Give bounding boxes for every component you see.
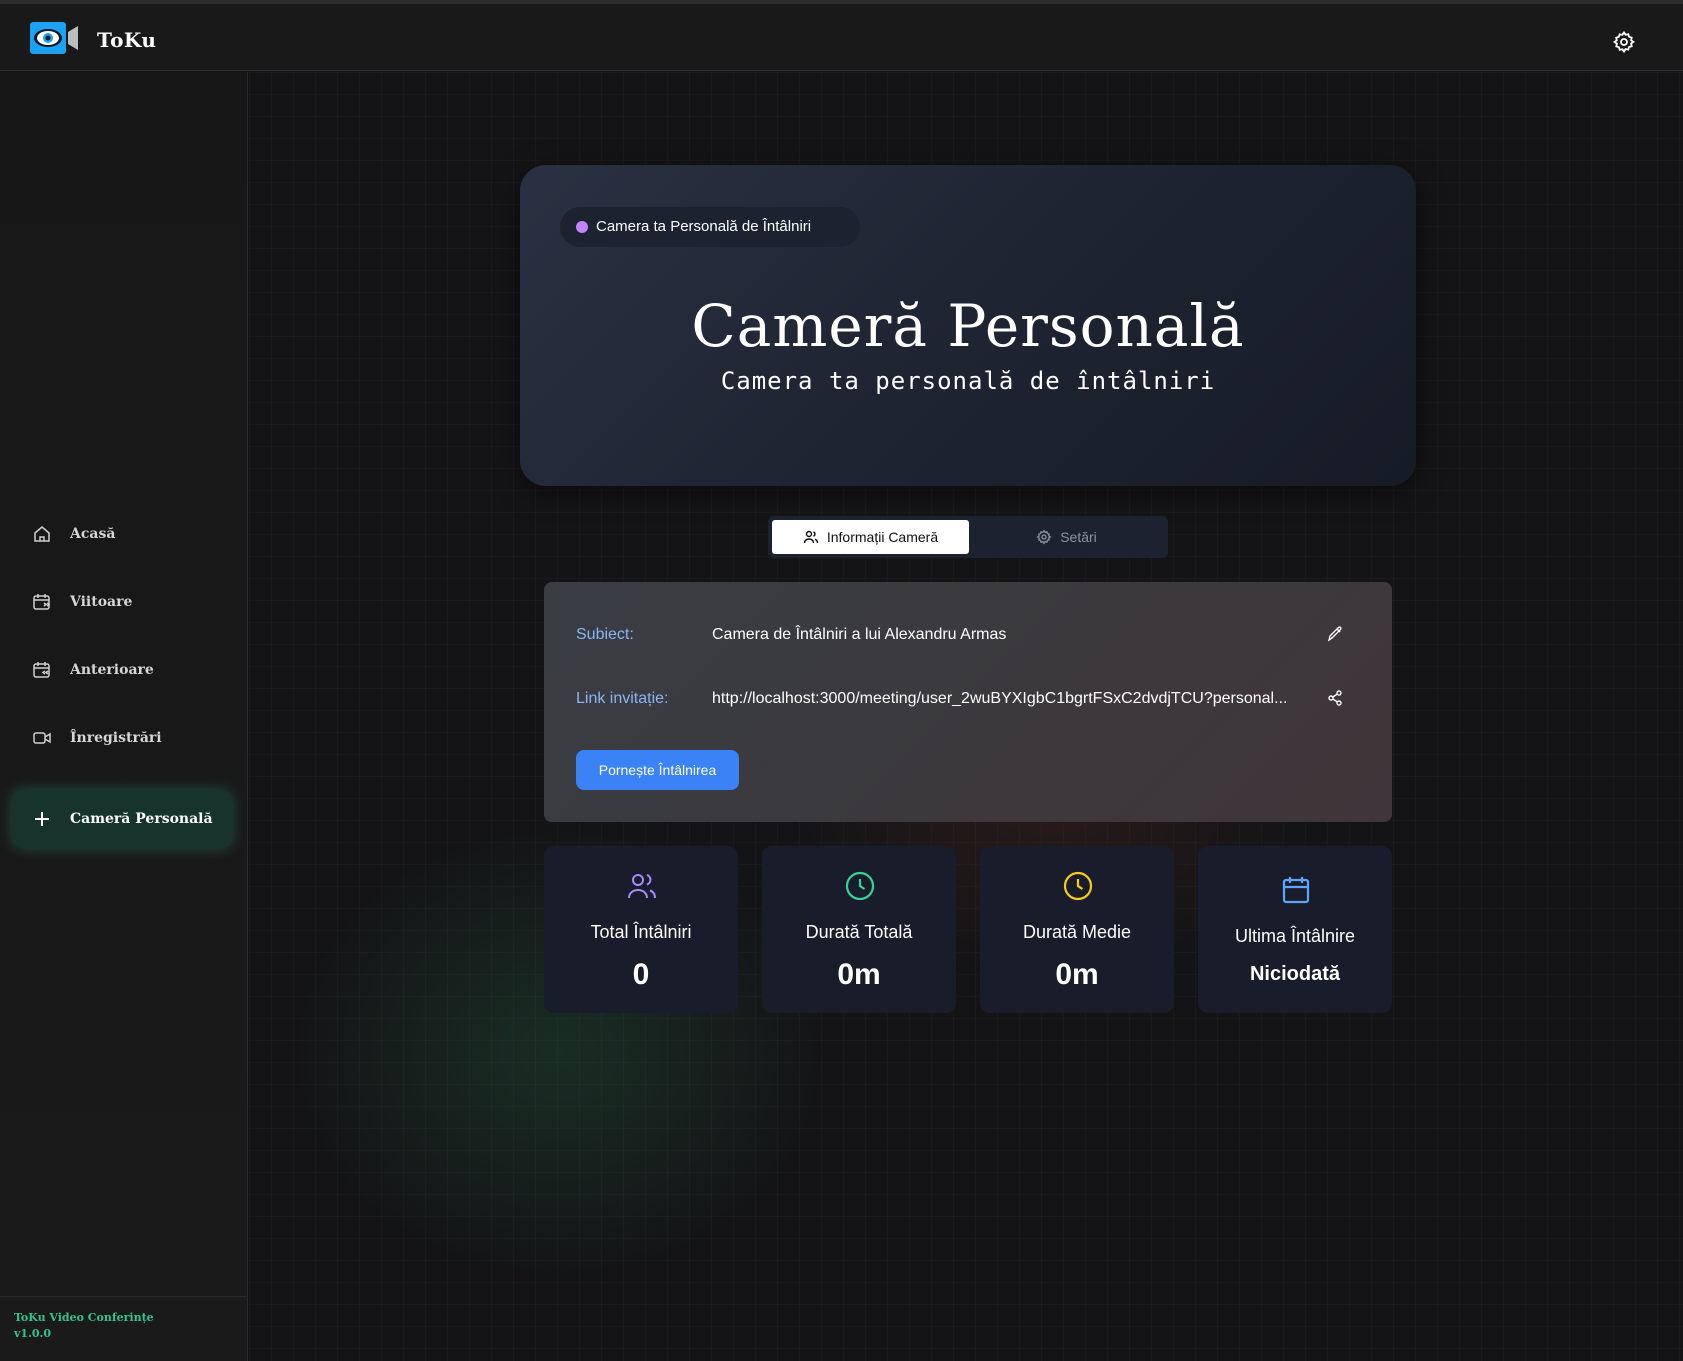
badge-text: Camera ta Personală de Întâlniri [596,218,812,235]
toku-logo-icon [30,22,78,54]
sidebar-item-label: Înregistrări [70,730,162,746]
sidebar-item-previous[interactable]: Anterioare [12,642,232,698]
gear-icon [1036,529,1052,545]
stat-card-last-meeting: Ultima Întâlnire Niciodată [1198,846,1392,1013]
sidebar-item-upcoming[interactable]: Viitoare [12,574,232,630]
tab-settings[interactable]: Setări [969,520,1164,554]
subject-value: Camera de Întâlniri a lui Alexandru Arma… [712,626,1007,643]
stat-value: 0m [837,958,881,991]
stat-card-average-duration: Durată Medie 0m [980,846,1174,1013]
users-icon [628,874,656,899]
subject-label: Subiect: [576,626,634,643]
hero-card: Camera ta Personală de Întâlniri Cameră … [520,165,1416,486]
settings-gear-icon[interactable] [1612,30,1636,54]
sidebar-item-personal-room[interactable]: Cameră Personală [12,790,232,848]
page-subtitle: Camera ta personală de întâlniri [720,367,1216,395]
sidebar-item-label: Viitoare [70,594,133,610]
sidebar: Acasă Viitoare Anterioare Înregistrări C… [0,72,248,1361]
stat-value: 0 [632,958,650,991]
invite-link-value[interactable]: http://localhost:3000/meeting/user_2wuBY… [712,690,1287,708]
status-dot [576,221,588,233]
clock-icon [1063,871,1093,901]
calendar-forward-icon [33,594,51,610]
invite-link-label: Link invitație: [576,690,669,707]
home-icon [34,526,50,542]
stat-label: Total Întâlniri [590,922,692,942]
top-bar: ToKu [0,4,1683,71]
footer-product: ToKu Video Conferințe [14,1311,154,1324]
app-name: ToKu [97,28,157,52]
users-icon [803,530,819,544]
stat-label: Ultima Întâlnire [1234,926,1356,946]
edit-pencil-icon[interactable] [1326,625,1344,643]
clock-icon [845,871,875,901]
footer-version: v1.0.0 [14,1327,52,1340]
sidebar-item-label: Anterioare [70,662,154,678]
stat-label: Durată Totală [805,922,913,942]
share-icon[interactable] [1326,689,1344,707]
stat-value: 0m [1055,958,1099,991]
video-icon [33,732,51,744]
sidebar-item-recordings[interactable]: Înregistrări [12,710,232,766]
hero-badge: Camera ta Personală de Întâlniri [560,207,860,247]
calendar-icon [1282,877,1310,904]
stat-value: Niciodată [1249,963,1341,985]
tab-label: Informații Cameră [826,529,939,545]
calendar-back-icon [33,662,50,678]
sidebar-footer: ToKu Video Conferințe v1.0.0 [0,1296,248,1361]
stat-card-total-duration: Durată Totală 0m [762,846,956,1013]
stat-label: Durată Medie [1022,922,1132,942]
plus-icon [35,812,49,826]
stat-card-total-meetings: Total Întâlniri 0 [544,846,738,1013]
tab-bar: Informații Cameră Setări [768,516,1168,558]
tab-room-info[interactable]: Informații Cameră [772,520,969,554]
room-info-card: Subiect: Camera de Întâlniri a lui Alexa… [544,582,1392,822]
sidebar-item-label: Acasă [70,526,116,542]
sidebar-item-label: Cameră Personală [70,811,213,827]
sidebar-item-home[interactable]: Acasă [12,506,232,562]
start-meeting-button[interactable]: Pornește Întâlnirea [576,750,739,790]
tab-label: Setări [1060,529,1097,545]
page-title: Cameră Personală [691,292,1245,360]
